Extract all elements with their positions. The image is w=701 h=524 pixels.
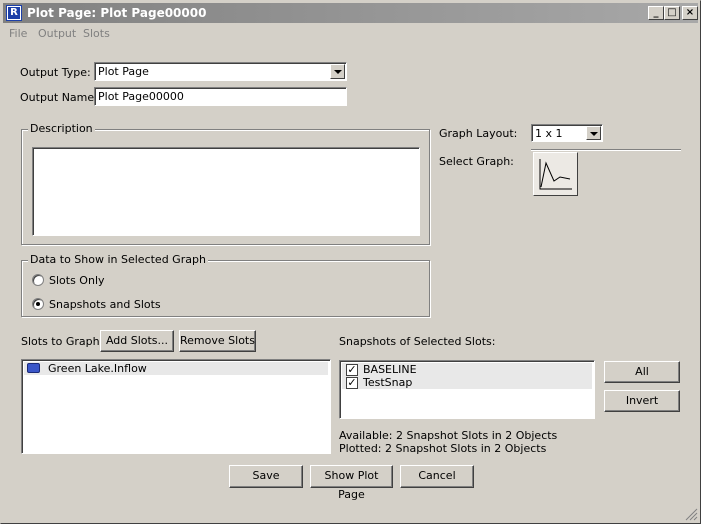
description-group: Description [21,122,430,245]
output-name-label: Output Name: [20,91,98,104]
close-button[interactable]: × [682,6,698,20]
graph-divider [531,149,681,151]
cancel-button[interactable]: Cancel [400,465,474,488]
select-graph-label: Select Graph: [439,155,514,168]
resize-grip-icon[interactable] [684,507,698,521]
chevron-down-icon[interactable] [586,126,601,140]
plotted-status: Plotted: 2 Snapshot Slots in 2 Objects [339,442,547,455]
graph-thumbnail-button[interactable] [533,152,578,196]
graph-layout-label: Graph Layout: [439,127,518,140]
description-title: Description [28,122,95,135]
snapshots-list[interactable]: ✓ BASELINE ✓ TestSnap [339,360,595,419]
graph-layout-select[interactable]: 1 x 1 [531,124,603,142]
menu-file[interactable]: File [9,27,27,40]
output-type-value: Plot Page [98,65,149,78]
slots-to-graph-label: Slots to Graph: [21,335,104,348]
slots-only-label[interactable]: Slots Only [49,274,105,287]
slots-only-radio[interactable] [32,274,44,286]
title-bar: R Plot Page: Plot Page00000 _ □ × [3,3,698,23]
snapshot-testsnap-label[interactable]: TestSnap [363,376,412,389]
remove-slots-button[interactable]: Remove Slots [179,330,256,352]
list-item[interactable]: Green Lake.Inflow [24,362,328,375]
menu-bar: File Output Slots [3,24,698,42]
add-slots-button[interactable]: Add Slots... [100,330,174,352]
output-name-field[interactable]: Plot Page00000 [94,87,347,106]
riverware-app-icon: R [6,5,22,21]
show-plot-page-button[interactable]: Show Plot Page [310,465,393,501]
chevron-down-icon[interactable] [330,64,345,79]
data-show-title: Data to Show in Selected Graph [28,253,208,266]
graph-layout-value: 1 x 1 [535,127,563,140]
snapshots-and-slots-radio[interactable] [32,298,44,310]
output-name-value: Plot Page00000 [98,90,184,103]
select-all-button[interactable]: All [604,361,680,383]
snapshots-label: Snapshots of Selected Slots: [339,335,496,348]
plot-page-window: R Plot Page: Plot Page00000 _ □ × File O… [0,0,701,524]
minimize-button[interactable]: _ [648,6,664,20]
description-textarea[interactable] [32,147,420,236]
snapshots-and-slots-label[interactable]: Snapshots and Slots [49,298,161,311]
available-status: Available: 2 Snapshot Slots in 2 Objects [339,429,558,442]
maximize-button[interactable]: □ [664,6,680,20]
reservoir-icon [27,363,40,373]
slots-list[interactable]: Green Lake.Inflow [21,359,331,454]
menu-output[interactable]: Output [38,27,76,40]
slot-item-label: Green Lake.Inflow [48,362,147,375]
window-title: Plot Page: Plot Page00000 [27,6,207,20]
output-type-label: Output Type: [20,66,91,79]
testsnap-checkbox[interactable]: ✓ [346,377,358,389]
menu-slots[interactable]: Slots [83,27,110,40]
save-button[interactable]: Save [229,465,303,488]
output-type-select[interactable]: Plot Page [94,62,347,81]
invert-button[interactable]: Invert [604,390,680,412]
baseline-checkbox[interactable]: ✓ [346,364,358,376]
snapshot-baseline-label[interactable]: BASELINE [363,363,417,376]
line-graph-icon [539,159,572,190]
